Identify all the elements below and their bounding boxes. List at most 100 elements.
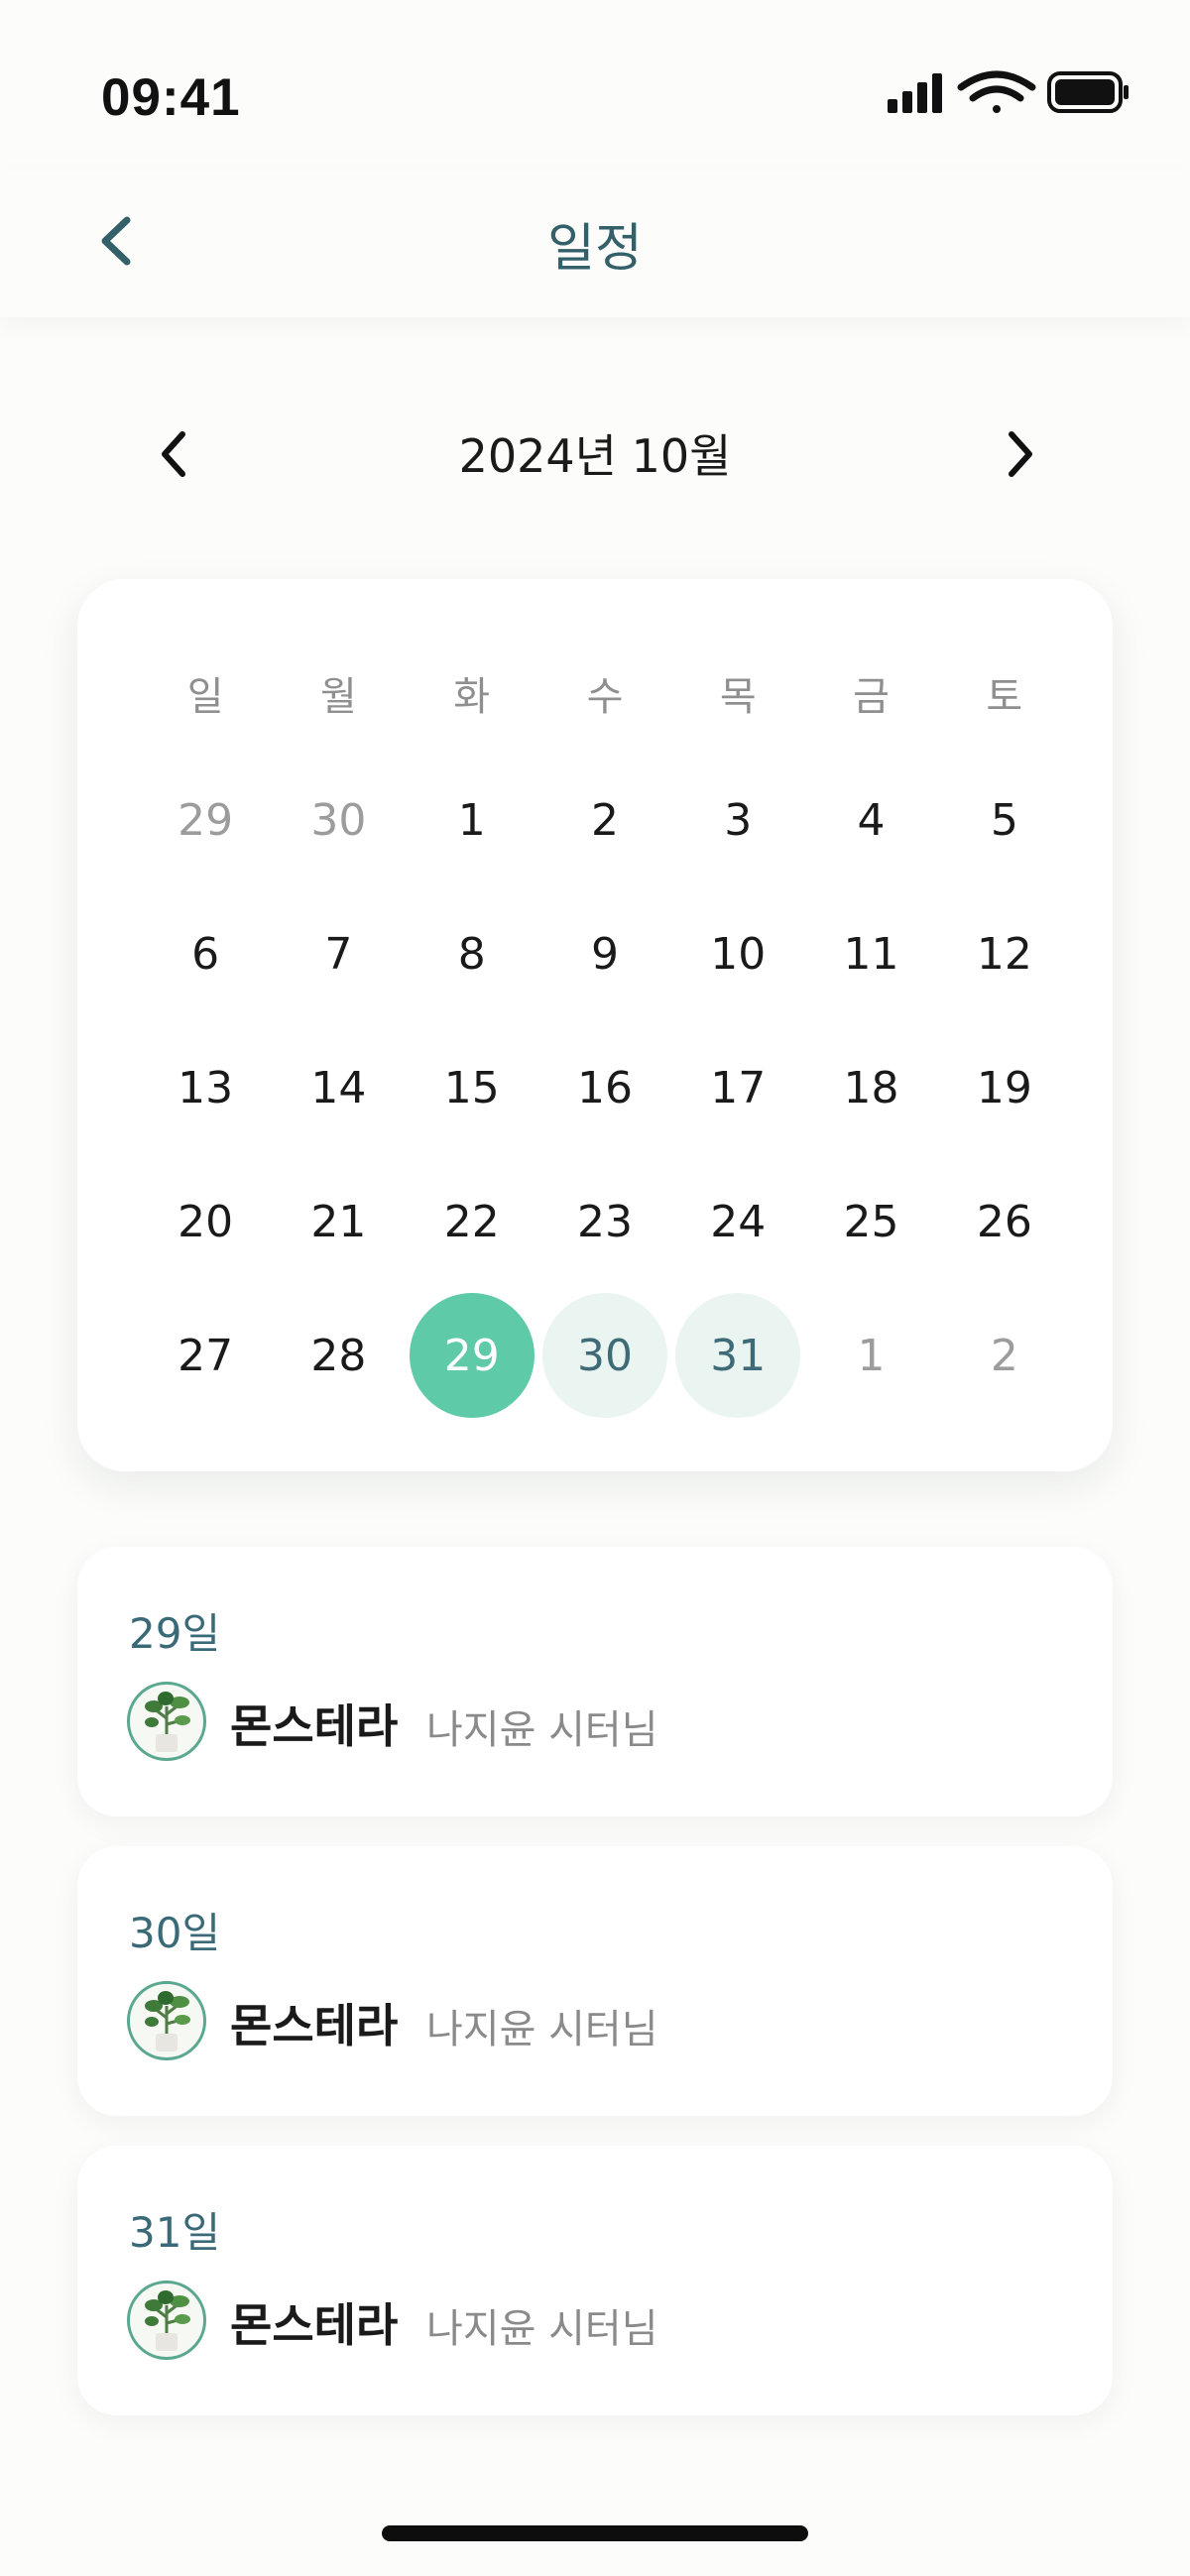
day-cell[interactable]: 30 xyxy=(272,754,405,886)
status-bar: 09:41 xyxy=(0,0,1190,169)
day-number: 20 xyxy=(178,1196,234,1247)
weekday-tue: 화 xyxy=(453,674,491,720)
day-number: 4 xyxy=(857,794,886,846)
weekday-wed: 수 xyxy=(586,674,624,720)
schedule-card[interactable]: 29일 몬스테라 나지윤 시터님 xyxy=(77,1547,1113,1816)
day-number: 25 xyxy=(843,1196,899,1247)
day-cell[interactable]: 20 xyxy=(139,1155,272,1288)
day-number: 28 xyxy=(310,1330,367,1381)
day-number: 5 xyxy=(990,794,1018,846)
day-number: 13 xyxy=(178,1062,234,1113)
day-cell[interactable]: 29 xyxy=(406,1289,538,1422)
day-cell[interactable]: 17 xyxy=(671,1021,804,1154)
day-cell[interactable]: 14 xyxy=(272,1021,405,1154)
next-month-button[interactable] xyxy=(994,424,1043,484)
range-day: 30 xyxy=(541,1293,667,1418)
schedule-plant-name: 몬스테라 xyxy=(230,2298,399,2352)
day-cell[interactable]: 5 xyxy=(938,754,1071,886)
schedule-sitter-name: 나지윤 시터님 xyxy=(426,2306,658,2352)
status-time: 09:41 xyxy=(101,68,241,127)
day-number: 1 xyxy=(857,1330,886,1381)
day-cell[interactable]: 22 xyxy=(406,1155,538,1288)
schedule-date: 31일 xyxy=(129,2208,221,2257)
day-cell[interactable]: 7 xyxy=(272,887,405,1020)
chevron-right-icon xyxy=(1009,431,1032,477)
day-cell[interactable]: 25 xyxy=(804,1155,937,1288)
day-cell[interactable]: 12 xyxy=(938,887,1071,1020)
day-number: 7 xyxy=(324,928,353,980)
day-cell[interactable]: 1 xyxy=(406,754,538,886)
day-cell[interactable]: 8 xyxy=(406,887,538,1020)
day-cell[interactable]: 16 xyxy=(538,1021,671,1154)
day-cell[interactable]: 4 xyxy=(804,754,937,886)
day-cell[interactable]: 19 xyxy=(938,1021,1071,1154)
day-cell[interactable]: 2 xyxy=(538,754,671,886)
weekday-mon: 월 xyxy=(320,674,357,720)
day-number: 8 xyxy=(457,928,486,980)
day-number: 11 xyxy=(843,928,899,980)
battery-icon xyxy=(1047,71,1129,113)
nav-bar: 일정 xyxy=(0,169,1190,317)
day-cell[interactable]: 28 xyxy=(272,1289,405,1422)
weekday-sat: 토 xyxy=(986,674,1023,720)
week-row: 20 21 22 23 24 25 26 xyxy=(139,1155,1071,1288)
day-cell[interactable]: 15 xyxy=(406,1021,538,1154)
day-cell[interactable]: 24 xyxy=(671,1155,804,1288)
day-number: 14 xyxy=(310,1062,367,1113)
week-row: 13 14 15 16 17 18 19 xyxy=(139,1021,1071,1154)
day-number: 3 xyxy=(724,794,753,846)
schedule-card[interactable]: 31일 몬스테라 나지윤 시터님 xyxy=(77,2146,1113,2415)
status-icons xyxy=(888,69,1130,119)
day-cell[interactable]: 26 xyxy=(938,1155,1071,1288)
day-number: 12 xyxy=(976,928,1032,980)
schedule-sitter-name: 나지윤 시터님 xyxy=(426,1707,658,1753)
day-number: 22 xyxy=(443,1196,500,1247)
day-cell[interactable]: 13 xyxy=(139,1021,272,1154)
day-number: 17 xyxy=(710,1062,767,1113)
day-cell[interactable]: 10 xyxy=(671,887,804,1020)
schedule-sitter-name: 나지윤 시터님 xyxy=(426,2007,658,2052)
calendar-card: 일 월 화 수 목 금 토 29 30 1 2 3 4 5 6 7 8 9 10 11 12 13 14 15 1… xyxy=(77,579,1113,1471)
day-number: 15 xyxy=(443,1062,500,1113)
day-number: 27 xyxy=(178,1330,234,1381)
day-number: 18 xyxy=(843,1062,899,1113)
day-cell[interactable]: 9 xyxy=(538,887,671,1020)
day-cell[interactable]: 23 xyxy=(538,1155,671,1288)
signal-icon xyxy=(888,73,942,113)
day-number: 9 xyxy=(590,928,619,980)
day-number: 1 xyxy=(457,794,486,846)
schedule-plant-name: 몬스테라 xyxy=(230,1699,399,1753)
day-number: 29 xyxy=(178,794,234,846)
day-number: 26 xyxy=(976,1196,1032,1247)
day-cell[interactable]: 1 xyxy=(804,1289,937,1422)
day-cell[interactable]: 2 xyxy=(938,1289,1071,1422)
month-selector: 2024년 10월 xyxy=(0,407,1190,496)
day-cell[interactable]: 27 xyxy=(139,1289,272,1422)
day-number: 2 xyxy=(990,1330,1018,1381)
day-cell[interactable]: 29 xyxy=(139,754,272,886)
day-cell[interactable]: 3 xyxy=(671,754,804,886)
day-number: 23 xyxy=(576,1196,633,1247)
day-cell[interactable]: 30 xyxy=(538,1289,671,1422)
weekday-fri: 금 xyxy=(853,674,890,720)
weekday-sun: 일 xyxy=(186,674,224,720)
home-indicator xyxy=(382,2525,808,2541)
day-cell[interactable]: 11 xyxy=(804,887,937,1020)
range-day: 31 xyxy=(675,1293,801,1418)
day-cell[interactable]: 21 xyxy=(272,1155,405,1288)
day-cell[interactable]: 6 xyxy=(139,887,272,1020)
day-number: 6 xyxy=(191,928,220,980)
page-title: 일정 xyxy=(547,219,643,279)
day-number: 10 xyxy=(710,928,767,980)
plant-avatar-icon xyxy=(127,1682,206,1761)
schedule-date: 29일 xyxy=(129,1609,221,1658)
schedule-card[interactable]: 30일 몬스테라 나지윤 시터님 xyxy=(77,1846,1113,2116)
week-row: 27 28 29 30 31 1 2 xyxy=(139,1289,1071,1422)
weekday-thu: 목 xyxy=(719,674,757,720)
day-cell[interactable]: 18 xyxy=(804,1021,937,1154)
day-cell[interactable]: 31 xyxy=(671,1289,804,1422)
weekday-header: 일 월 화 수 목 금 토 xyxy=(139,664,1071,722)
day-number: 21 xyxy=(310,1196,367,1247)
day-number: 16 xyxy=(576,1062,633,1113)
day-number: 24 xyxy=(710,1196,767,1247)
